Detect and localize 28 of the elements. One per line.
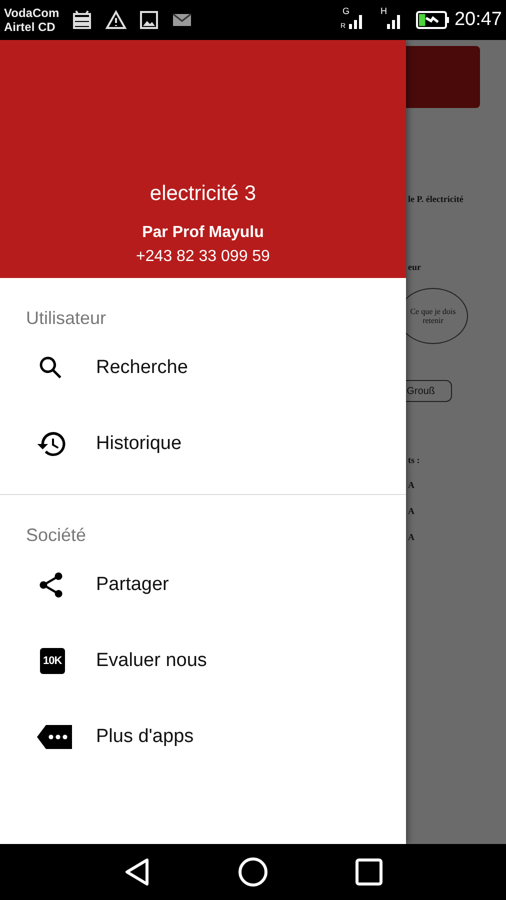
network-label: G [342,6,350,16]
clock: 20:47 [454,9,502,31]
recents-icon[interactable] [355,858,383,886]
carrier-name: Airtel CD [4,20,56,34]
menu-item[interactable]: 10K Evaluer nous [0,623,406,699]
badge-icon: 10K [40,648,65,674]
warning-icon [105,10,128,30]
section-title: Utilisateur [26,308,108,330]
phone-number: +243 82 33 099 59 [136,248,270,266]
menu-item[interactable]: Partager [0,547,406,623]
menu-item[interactable]: Historique [0,406,406,482]
page-text: ts : [408,455,420,465]
page-text: A [408,532,414,542]
image-icon [139,10,160,30]
battery-icon [416,10,450,30]
page-text: le P. électricité [408,194,464,204]
app-title: electricité 3 [150,182,256,206]
page-text: A [408,480,414,490]
page-text: eur [408,262,421,272]
menu-item[interactable]: Plus d'apps [0,699,406,775]
page-text: A [408,506,414,516]
carrier-name: VodaCom [4,6,60,20]
back-icon[interactable] [123,857,151,887]
network-label: H [380,6,387,16]
label-more-icon [36,723,74,751]
home-icon[interactable] [237,856,269,888]
section-title: Société [26,525,88,547]
author-name: Par Prof Mayulu [142,224,264,242]
